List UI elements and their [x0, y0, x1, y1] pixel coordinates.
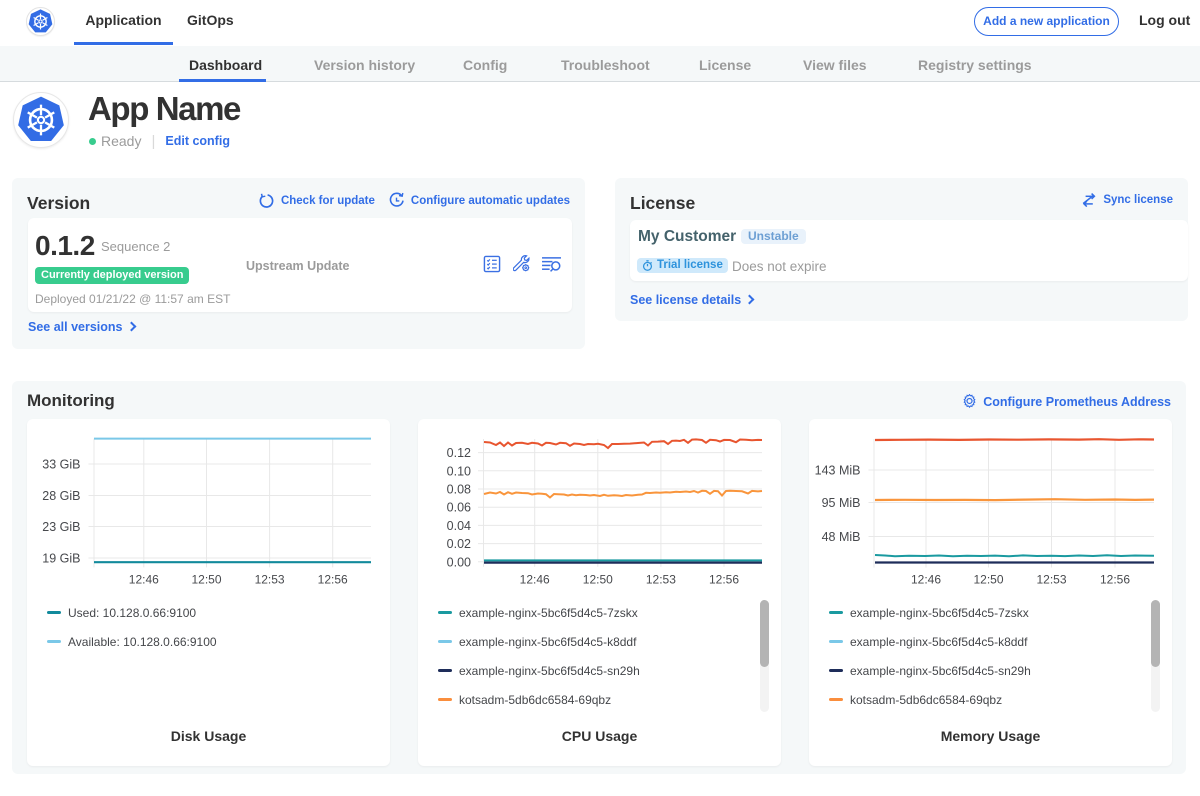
svg-text:19 GiB: 19 GiB [42, 552, 80, 566]
svg-text:12:50: 12:50 [583, 573, 613, 587]
svg-text:0.12: 0.12 [447, 446, 471, 460]
svg-text:28 GiB: 28 GiB [42, 489, 80, 503]
svg-text:12:56: 12:56 [318, 573, 348, 587]
svg-text:23 GiB: 23 GiB [42, 520, 80, 534]
svg-text:0.08: 0.08 [447, 483, 471, 497]
svg-text:33 GiB: 33 GiB [42, 458, 80, 472]
svg-text:0.02: 0.02 [447, 537, 471, 551]
svg-text:95 MiB: 95 MiB [822, 496, 861, 510]
svg-text:0.00: 0.00 [447, 555, 471, 569]
svg-text:12:46: 12:46 [520, 573, 550, 587]
svg-text:12:50: 12:50 [973, 573, 1003, 587]
svg-text:12:56: 12:56 [1100, 573, 1130, 587]
svg-text:143 MiB: 143 MiB [815, 464, 861, 478]
svg-text:48 MiB: 48 MiB [822, 530, 861, 544]
svg-text:0.10: 0.10 [447, 464, 471, 478]
svg-text:12:53: 12:53 [646, 573, 676, 587]
svg-text:0.06: 0.06 [447, 501, 471, 515]
svg-text:12:53: 12:53 [255, 573, 285, 587]
svg-text:12:56: 12:56 [709, 573, 739, 587]
svg-text:0.04: 0.04 [447, 519, 471, 533]
svg-text:12:53: 12:53 [1036, 573, 1066, 587]
svg-text:12:50: 12:50 [191, 573, 221, 587]
svg-text:12:46: 12:46 [129, 573, 159, 587]
svg-text:12:46: 12:46 [911, 573, 941, 587]
